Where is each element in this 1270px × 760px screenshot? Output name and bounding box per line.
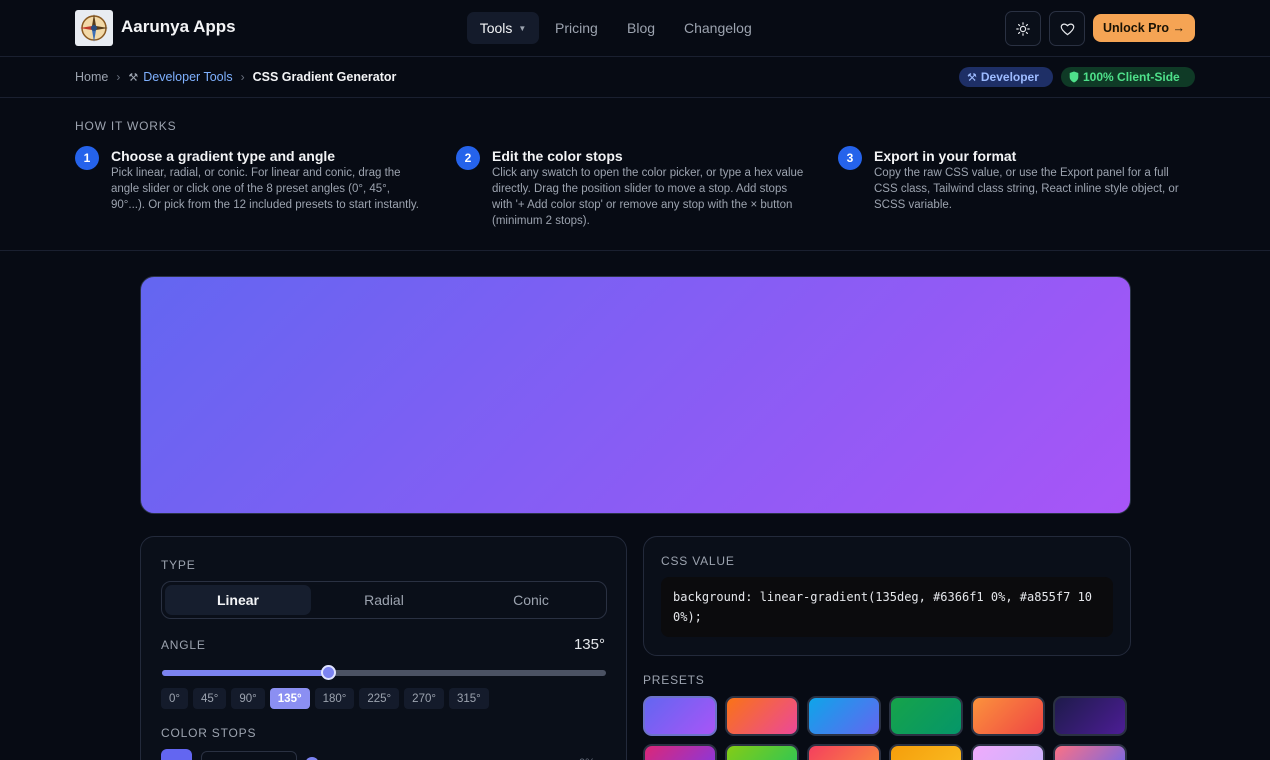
how-it-works-section: HOW IT WORKS 1 Choose a gradient type an… [0, 98, 1270, 251]
angle-slider-thumb[interactable] [321, 665, 336, 680]
preset-swatch[interactable] [725, 696, 799, 736]
unlock-pro-button[interactable]: Unlock Pro → [1093, 14, 1195, 42]
nav-tools-dropdown[interactable]: Tools ▼ [467, 12, 539, 44]
step-number: 3 [838, 146, 862, 170]
step-number: 1 [75, 146, 99, 170]
step-title: Export in your format [874, 148, 1017, 164]
angle-315-button[interactable]: 315° [448, 688, 489, 709]
angle-slider[interactable] [162, 665, 606, 680]
preset-swatch[interactable] [889, 744, 963, 760]
angle-0-button[interactable]: 0° [161, 688, 188, 709]
preset-angles: 0° 45° 90° 135° 180° 225° 270° 315° [161, 688, 489, 709]
breadcrumb-current: CSS Gradient Generator [252, 70, 397, 84]
angle-270-button[interactable]: 270° [404, 688, 444, 709]
type-radial-button[interactable]: Radial [311, 585, 457, 615]
angle-value: 135° [573, 636, 605, 653]
heart-icon [1060, 22, 1074, 35]
shield-icon [1069, 71, 1079, 83]
css-value-panel: CSS VALUE background: linear-gradient(13… [643, 536, 1131, 656]
step-description: Pick linear, radial, or conic. For linea… [111, 167, 419, 211]
presets-label: PRESETS [643, 673, 705, 687]
angle-slider-fill [162, 670, 329, 676]
breadcrumb: Home › ⚒ Developer Tools › CSS Gradient … [75, 70, 396, 84]
step-number: 2 [456, 146, 480, 170]
controls-panel: TYPE Linear Radial Conic ANGLE 135° 0° 4… [140, 536, 627, 760]
breadcrumb-separator-icon: › [240, 70, 245, 84]
angle-180-button[interactable]: 180° [314, 688, 355, 709]
compass-logo-icon [80, 14, 108, 42]
type-conic-button[interactable]: Conic [458, 585, 604, 615]
how-it-works-title: HOW IT WORKS [75, 119, 177, 133]
preset-swatch[interactable] [1053, 744, 1127, 760]
color-stop-hex-input[interactable]: #6366f1 [201, 751, 297, 760]
nav-tools-label: Tools [479, 20, 513, 36]
preset-swatch[interactable] [971, 696, 1045, 736]
preset-swatch[interactable] [1053, 696, 1127, 736]
type-linear-button[interactable]: Linear [165, 585, 311, 615]
css-value-code[interactable]: background: linear-gradient(135deg, #636… [661, 577, 1113, 637]
preset-swatch[interactable] [725, 744, 799, 760]
preset-swatch[interactable] [807, 696, 881, 736]
developer-badge: ⚒ Developer [959, 67, 1053, 87]
brand-logo[interactable] [75, 10, 113, 46]
theme-toggle-button[interactable] [1005, 11, 1041, 46]
favorite-button[interactable] [1049, 11, 1085, 46]
tools-icon: ⚒ [967, 71, 977, 84]
developer-badge-label: Developer [980, 70, 1039, 84]
css-value-label: CSS VALUE [661, 554, 735, 568]
top-nav: Aarunya Apps Tools ▼ Pricing Blog Change… [0, 0, 1270, 57]
step-description: Click any swatch to open the color picke… [492, 167, 804, 227]
preset-swatch[interactable] [643, 744, 717, 760]
color-stops-label: COLOR STOPS [161, 726, 257, 740]
gradient-type-selector: Linear Radial Conic [161, 581, 607, 619]
brand-name[interactable]: Aarunya Apps [121, 17, 236, 37]
nav-link-blog[interactable]: Blog [627, 20, 655, 36]
breadcrumb-separator-icon: › [116, 70, 121, 84]
gradient-preview [140, 276, 1131, 514]
angle-label: ANGLE [161, 638, 206, 652]
step-description: Copy the raw CSS value, or use the Expor… [874, 167, 1179, 211]
type-label: TYPE [161, 558, 196, 572]
angle-90-button[interactable]: 90° [231, 688, 265, 709]
breadcrumb-developer-tools[interactable]: Developer Tools [143, 70, 232, 84]
preset-swatch[interactable] [889, 696, 963, 736]
breadcrumb-home[interactable]: Home [75, 70, 108, 84]
tools-icon: ⚒ [128, 71, 139, 84]
nav-link-changelog[interactable]: Changelog [684, 20, 752, 36]
angle-135-button[interactable]: 135° [269, 688, 310, 709]
angle-225-button[interactable]: 225° [359, 688, 400, 709]
client-side-badge: 100% Client-Side [1061, 67, 1195, 87]
preset-swatch[interactable] [807, 744, 881, 760]
color-stop-swatch[interactable] [161, 749, 192, 760]
chevron-down-icon: ▼ [518, 23, 527, 33]
preset-swatch[interactable] [643, 696, 717, 736]
sun-icon [1016, 21, 1030, 36]
nav-link-pricing[interactable]: Pricing [555, 20, 598, 36]
preset-swatch[interactable] [971, 744, 1045, 760]
step-title: Edit the color stops [492, 148, 623, 164]
angle-45-button[interactable]: 45° [193, 688, 227, 709]
step-title: Choose a gradient type and angle [111, 148, 336, 164]
client-side-badge-label: 100% Client-Side [1083, 70, 1180, 84]
